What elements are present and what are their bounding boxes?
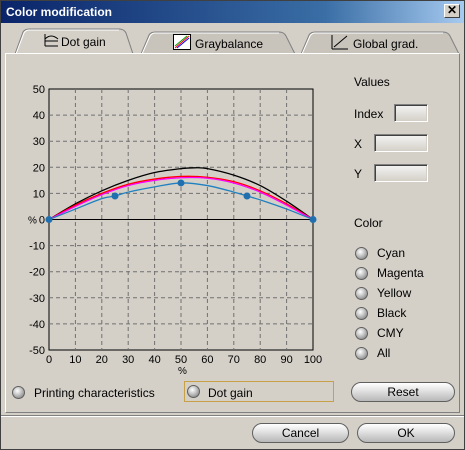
separator [1, 415, 464, 417]
x-tick-label: 80 [254, 354, 266, 366]
curve-point [111, 192, 119, 200]
color-modification-dialog: Color modification ✕ Dot gain Graybalanc… [0, 0, 465, 450]
ok-button-label: OK [397, 426, 415, 440]
color-heading: Color [354, 216, 383, 230]
printing-characteristics-label: Printing characteristics [34, 386, 155, 400]
values-heading: Values [354, 75, 390, 89]
y-tick-label: 10 [33, 188, 45, 200]
curve-point [243, 192, 251, 200]
y-tick-label: 40 [33, 110, 45, 122]
y-label: Y [354, 167, 363, 181]
ok-button[interactable]: OK [357, 423, 455, 443]
radio-printing-characteristics[interactable] [12, 386, 25, 399]
y-tick-label: 0 [39, 215, 45, 227]
curve-point [177, 179, 185, 187]
y-tick-label: -20 [29, 267, 45, 279]
x-tick-label: 90 [280, 354, 292, 366]
y-tick-label: 50 [33, 84, 45, 96]
x-tick-label: 70 [228, 354, 240, 366]
radio-cmy-label: CMY [377, 326, 404, 340]
radio-magenta[interactable] [355, 267, 368, 280]
index-label: Index [354, 107, 384, 121]
radio-all-label: All [377, 346, 391, 360]
y-tick-label: 30 [33, 136, 45, 148]
x-field[interactable] [374, 134, 428, 152]
x-tick-label: 30 [122, 354, 134, 366]
radio-cmy[interactable] [355, 327, 368, 340]
chart-grid [48, 88, 314, 351]
y-tick-label: -40 [29, 319, 45, 331]
cancel-button-label: Cancel [281, 426, 320, 440]
curve-point [45, 216, 53, 223]
y-tick-label: -30 [29, 293, 45, 305]
radio-black-label: Black [377, 306, 407, 320]
radio-all[interactable] [355, 347, 368, 360]
x-tick-label: 0 [46, 354, 52, 366]
x-axis-label: % [178, 366, 187, 377]
radio-cyan[interactable] [355, 247, 368, 260]
radio-cyan-label: Cyan [377, 246, 406, 260]
dot-gain-option-box[interactable] [184, 381, 334, 402]
curve-point [309, 216, 317, 223]
radio-black[interactable] [355, 307, 368, 320]
radio-yellow[interactable] [355, 287, 368, 300]
y-axis-label: % [28, 216, 37, 227]
dot-gain-chart[interactable]: 0 10 20 30 40 50 60 70 80 90 10050403020100-10-20-… [1, 1, 465, 381]
radio-dot-gain[interactable] [187, 385, 200, 398]
y-tick-label: -50 [29, 345, 45, 357]
x-tick-label: 50 [175, 354, 187, 366]
x-tick-label: 60 [201, 354, 213, 366]
y-tick-label: -10 [29, 241, 45, 253]
index-field[interactable] [394, 104, 428, 122]
cancel-button[interactable]: Cancel [252, 423, 349, 443]
reset-button[interactable]: Reset [351, 382, 455, 402]
x-tick-label: 40 [148, 354, 160, 366]
y-field[interactable] [374, 164, 428, 182]
radio-magenta-label: Magenta [377, 266, 424, 280]
dot-gain-option-label: Dot gain [208, 386, 253, 400]
y-tick-label: 20 [33, 162, 45, 174]
x-tick-label: 10 [69, 354, 81, 366]
radio-yellow-label: Yellow [377, 286, 412, 300]
x-tick-label: 20 [96, 354, 108, 366]
reset-button-label: Reset [387, 385, 419, 399]
x-label: X [354, 137, 363, 151]
x-tick-label: 100 [304, 354, 322, 366]
